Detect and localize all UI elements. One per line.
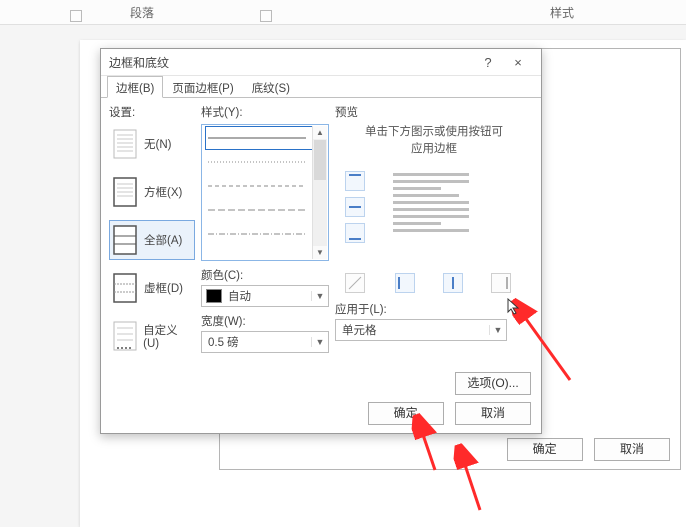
apply-to-dropdown[interactable]: 单元格 ▼ [335,319,507,341]
ok-button[interactable]: 确定 [368,402,444,425]
preview-label: 预览 [335,104,533,120]
tab-borders[interactable]: 边框(B) [107,76,163,98]
style-item-dashed2[interactable] [206,199,312,221]
ribbon-group-paragraph: 段落 [130,4,154,21]
border-bottom-button[interactable] [345,223,365,243]
width-label: 宽度(W): [201,313,329,329]
chevron-down-icon: ▼ [489,325,506,335]
style-item-dashed[interactable] [206,175,312,197]
setting-box-label: 方框(X) [144,184,182,200]
scroll-thumb[interactable] [314,140,326,180]
border-top-button[interactable] [345,171,365,191]
setting-grid-label: 虚框(D) [144,280,183,296]
custom-icon [112,320,137,352]
preview-page[interactable] [387,169,475,259]
all-icon [112,224,138,256]
chevron-down-icon: ▼ [311,291,328,301]
border-diag1-button[interactable] [345,273,365,293]
box-icon [112,176,138,208]
style-scrollbar[interactable]: ▲ ▼ [312,126,327,259]
setting-box[interactable]: 方框(X) [109,172,195,212]
border-vmiddle-button[interactable] [443,273,463,293]
options-button[interactable]: 选项(O)... [455,372,531,395]
width-dropdown[interactable]: 0.5 磅 ▼ [201,331,329,353]
setting-label: 设置: [109,104,195,120]
dialog-titlebar[interactable]: 边框和底纹 ? × [101,49,541,76]
dialog-title: 边框和底纹 [109,54,169,71]
none-icon [112,128,138,160]
paragraph-divider-icon [260,10,272,22]
border-left-button[interactable] [395,273,415,293]
color-label: 颜色(C): [201,267,329,283]
tab-strip: 边框(B) 页面边框(P) 底纹(S) [101,76,541,98]
help-button[interactable]: ? [473,55,503,70]
width-value: 0.5 磅 [202,334,311,350]
setting-none[interactable]: 无(N) [109,124,195,164]
apply-to-label: 应用于(L): [335,301,533,317]
border-hmiddle-button[interactable] [345,197,365,217]
scroll-up-icon[interactable]: ▲ [313,126,327,139]
paragraph-launcher-icon[interactable] [70,10,82,22]
ribbon: 段落 样式 [0,0,686,25]
style-item-solid[interactable] [206,127,312,149]
borders-shading-dialog: 边框和底纹 ? × 边框(B) 页面边框(P) 底纹(S) 设置: 无(N) 方… [100,48,542,434]
setting-all-label: 全部(A) [144,232,182,248]
close-button[interactable]: × [503,55,533,70]
preview-area [335,165,533,295]
color-dropdown[interactable]: 自动 ▼ [201,285,329,307]
setting-none-label: 无(N) [144,136,171,152]
cancel-button[interactable]: 取消 [455,402,531,425]
setting-custom[interactable]: 自定义(U) [109,316,195,356]
chevron-down-icon: ▼ [311,337,328,347]
tab-page-border[interactable]: 页面边框(P) [163,76,242,98]
ribbon-group-styles: 样式 [550,4,574,21]
parent-ok-button[interactable]: 确定 [507,438,583,461]
setting-grid[interactable]: 虚框(D) [109,268,195,308]
border-right-button[interactable] [491,273,511,293]
scroll-down-icon[interactable]: ▼ [313,246,327,259]
style-item-dotted[interactable] [206,151,312,173]
color-value: 自动 [222,288,311,304]
color-swatch-icon [206,289,222,303]
setting-custom-label: 自定义(U) [143,322,192,350]
preview-hint: 单击下方图示或使用按钮可 应用边框 [335,124,533,159]
grid-icon [112,272,138,304]
setting-all[interactable]: 全部(A) [109,220,195,260]
tab-shading[interactable]: 底纹(S) [243,76,299,98]
apply-to-value: 单元格 [336,322,489,338]
style-listbox[interactable]: ▲ ▼ [201,124,329,261]
style-item-dashdot[interactable] [206,223,312,245]
parent-cancel-button[interactable]: 取消 [594,438,670,461]
style-label: 样式(Y): [201,104,329,120]
